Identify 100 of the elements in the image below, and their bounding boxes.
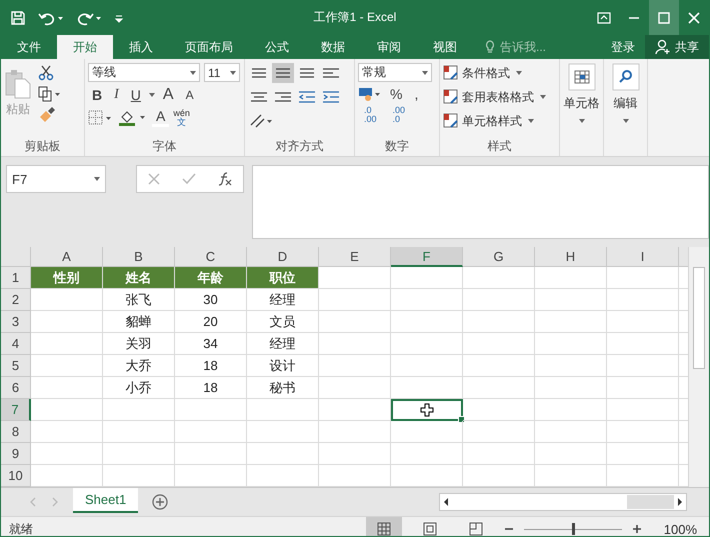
table-cell: 18 bbox=[175, 355, 247, 377]
table-cell bbox=[31, 399, 103, 421]
status-text: 就绪 bbox=[9, 520, 33, 536]
increase-font-button[interactable]: A bbox=[158, 86, 178, 104]
table-cell: 34 bbox=[175, 333, 247, 355]
add-sheet-icon[interactable] bbox=[152, 494, 168, 510]
currency-icon[interactable] bbox=[358, 86, 382, 102]
row-header[interactable]: 9 bbox=[1, 443, 31, 465]
ribbon-tab[interactable]: 审阅 bbox=[361, 35, 417, 59]
decrease-decimal-button[interactable]: .00 .0 bbox=[386, 106, 412, 124]
horizontal-scrollbar[interactable] bbox=[439, 493, 687, 511]
formula-input-field[interactable] bbox=[252, 165, 709, 239]
table-cell bbox=[175, 421, 247, 443]
font-name-dropdown[interactable]: 等线 bbox=[88, 63, 200, 82]
row-header[interactable]: 3 bbox=[1, 311, 31, 333]
table-cell bbox=[463, 421, 535, 443]
group-label: 数字 bbox=[384, 138, 410, 155]
sheet-tab[interactable]: Sheet1 bbox=[73, 488, 138, 512]
table-cell: 貂蝉 bbox=[103, 311, 175, 333]
table-cell bbox=[391, 355, 463, 377]
ribbon-tab[interactable]: 文件 bbox=[1, 35, 57, 59]
column-header[interactable]: A bbox=[31, 247, 103, 267]
ribbon-tab[interactable]: 视图 bbox=[417, 35, 473, 59]
cells-button[interactable]: 单元格 bbox=[564, 63, 600, 126]
bold-button[interactable]: B bbox=[88, 87, 106, 103]
table-cell bbox=[103, 421, 175, 443]
share-button[interactable]: 共享 bbox=[645, 35, 709, 59]
table-cell bbox=[535, 311, 607, 333]
row-header[interactable]: 8 bbox=[1, 421, 31, 443]
font-color-button[interactable]: A bbox=[152, 108, 170, 127]
ribbon-tab[interactable]: 开始 bbox=[57, 35, 113, 59]
editing-button[interactable]: 编辑 bbox=[612, 63, 640, 126]
copy-icon[interactable] bbox=[38, 86, 62, 102]
format-painter-icon[interactable] bbox=[38, 107, 56, 123]
maximize-button[interactable] bbox=[649, 0, 679, 35]
column-header[interactable]: F bbox=[391, 247, 463, 267]
ribbon-tab[interactable]: 公式 bbox=[249, 35, 305, 59]
column-header[interactable]: C bbox=[175, 247, 247, 267]
row-header[interactable]: 10 bbox=[1, 465, 31, 487]
column-header[interactable]: G bbox=[463, 247, 535, 267]
group-label: 样式 bbox=[486, 138, 512, 155]
table-cell bbox=[391, 377, 463, 399]
ribbon-tab[interactable]: 插入 bbox=[113, 35, 169, 59]
ribbon-tab[interactable]: 数据 bbox=[305, 35, 361, 59]
zoom-in-icon[interactable] bbox=[632, 524, 642, 534]
align-icon[interactable] bbox=[272, 63, 294, 83]
row-header[interactable]: 4 bbox=[1, 333, 31, 355]
column-header[interactable]: D bbox=[247, 247, 319, 267]
borders-icon[interactable] bbox=[88, 110, 114, 126]
style-menu-button[interactable]: 条件格式 bbox=[443, 63, 556, 83]
column-header[interactable]: I bbox=[607, 247, 679, 267]
increase-decimal-button[interactable]: .0 .00 bbox=[358, 106, 383, 124]
underline-button[interactable]: U bbox=[126, 87, 145, 103]
row-header[interactable]: 6 bbox=[1, 377, 31, 399]
table-cell bbox=[391, 311, 463, 333]
table-cell bbox=[247, 421, 319, 443]
scissors-icon[interactable] bbox=[38, 65, 54, 81]
italic-button[interactable]: I bbox=[110, 87, 123, 103]
table-cell: 关羽 bbox=[103, 333, 175, 355]
row-header[interactable]: 2 bbox=[1, 289, 31, 311]
group-label: 对齐方式 bbox=[274, 138, 324, 155]
row-header[interactable]: 5 bbox=[1, 355, 31, 377]
percent-button[interactable]: % bbox=[386, 86, 406, 102]
font-size-dropdown[interactable]: 11 bbox=[204, 63, 240, 82]
comma-button[interactable]: , bbox=[410, 86, 422, 102]
function-icon[interactable] bbox=[218, 172, 232, 186]
name-box[interactable]: F7 bbox=[6, 165, 106, 193]
number-format-dropdown[interactable]: 常规 bbox=[358, 63, 432, 82]
fill-color-icon[interactable] bbox=[118, 108, 148, 126]
table-cell bbox=[391, 421, 463, 443]
phonetic-button[interactable]: wén 文 bbox=[173, 108, 190, 126]
decrease-font-button[interactable]: A bbox=[182, 88, 198, 102]
ribbon-tab[interactable]: 页面布局 bbox=[169, 35, 249, 59]
grid-view-view-button[interactable] bbox=[366, 517, 402, 536]
table-cell bbox=[391, 443, 463, 465]
sign-in-link[interactable]: 登录 bbox=[601, 35, 645, 59]
vertical-scrollbar[interactable] bbox=[688, 247, 709, 487]
row-header[interactable]: 1 bbox=[1, 267, 31, 289]
table-cell: 张飞 bbox=[103, 289, 175, 311]
style-menu-button[interactable]: 套用表格格式 bbox=[443, 87, 556, 107]
table-cell: 18 bbox=[175, 377, 247, 399]
column-header[interactable]: B bbox=[103, 247, 175, 267]
table-cell bbox=[103, 399, 175, 421]
close-icon bbox=[688, 12, 700, 24]
save-icon[interactable] bbox=[10, 10, 26, 26]
maximize-icon bbox=[658, 12, 670, 24]
table-cell bbox=[31, 443, 103, 465]
table-cell bbox=[535, 377, 607, 399]
table-cell: 文员 bbox=[247, 311, 319, 333]
lightbulb-icon bbox=[485, 40, 495, 54]
row-header[interactable]: 7 bbox=[1, 399, 31, 421]
header-cell: 姓名 bbox=[103, 267, 175, 289]
column-header[interactable]: H bbox=[535, 247, 607, 267]
checkmark-icon[interactable] bbox=[182, 173, 196, 185]
style-menu-button[interactable]: 单元格样式 bbox=[443, 111, 556, 131]
cursor-icon bbox=[420, 403, 434, 417]
grid-icon bbox=[376, 522, 391, 536]
page-break-icon bbox=[468, 522, 483, 536]
table-cell bbox=[463, 289, 535, 311]
column-header[interactable]: E bbox=[319, 247, 391, 267]
